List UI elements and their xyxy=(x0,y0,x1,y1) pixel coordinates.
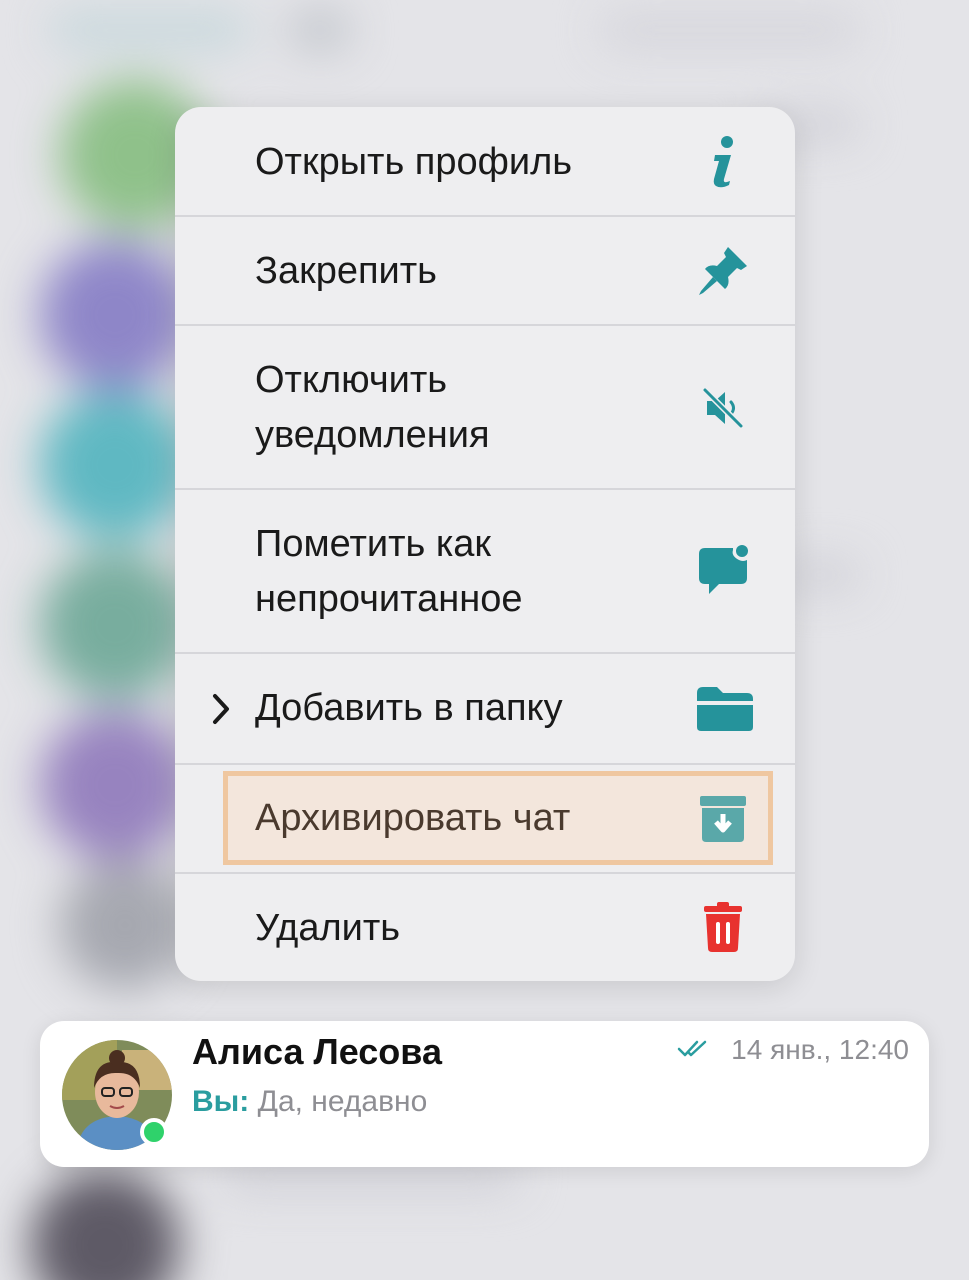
chat-list-item[interactable]: Алиса Лесова 14 янв., 12:40 Вы: Да, неда… xyxy=(40,1021,929,1167)
chevron-right-icon xyxy=(211,654,237,763)
chat-last-message: Вы: Да, недавно xyxy=(192,1085,427,1119)
menu-item-pin[interactable]: Закрепить xyxy=(175,217,795,325)
chat-context-menu: Открыть профиль Закрепить Отключить увед… xyxy=(175,107,795,981)
chat-last-message-text: Да, недавно xyxy=(257,1085,428,1118)
menu-item-add-to-folder[interactable]: Добавить в папку xyxy=(175,654,795,763)
archive-icon xyxy=(693,789,753,849)
mute-icon xyxy=(693,378,753,438)
menu-item-label: Архивировать чат xyxy=(255,797,571,839)
menu-item-mute[interactable]: Отключить уведомления xyxy=(175,326,795,489)
trash-icon xyxy=(693,897,753,957)
folder-icon xyxy=(693,679,757,739)
chat-last-message-sender: Вы: xyxy=(192,1085,250,1118)
menu-item-label: Закрепить xyxy=(255,250,437,292)
unread-message-icon xyxy=(693,542,753,602)
menu-item-archive-chat[interactable]: Архивировать чат xyxy=(175,765,795,872)
pin-icon xyxy=(693,241,753,301)
menu-item-label: Открыть профиль xyxy=(255,141,573,183)
menu-item-mark-unread[interactable]: Пометить как непрочитанное xyxy=(175,490,795,653)
info-icon xyxy=(693,132,753,192)
menu-item-delete[interactable]: Удалить xyxy=(175,874,795,981)
chat-contact-name: Алиса Лесова xyxy=(192,1031,442,1072)
menu-item-label: Пометить как непрочитанное xyxy=(255,523,523,620)
menu-item-label: Удалить xyxy=(255,907,401,949)
menu-item-label: Отключить уведомления xyxy=(255,359,490,456)
menu-item-open-profile[interactable]: Открыть профиль xyxy=(175,107,795,216)
chat-timestamp: 14 янв., 12:40 xyxy=(731,1034,909,1065)
double-check-icon xyxy=(677,1039,709,1064)
menu-item-label: Добавить в папку xyxy=(255,687,563,729)
online-status-indicator xyxy=(140,1118,168,1146)
